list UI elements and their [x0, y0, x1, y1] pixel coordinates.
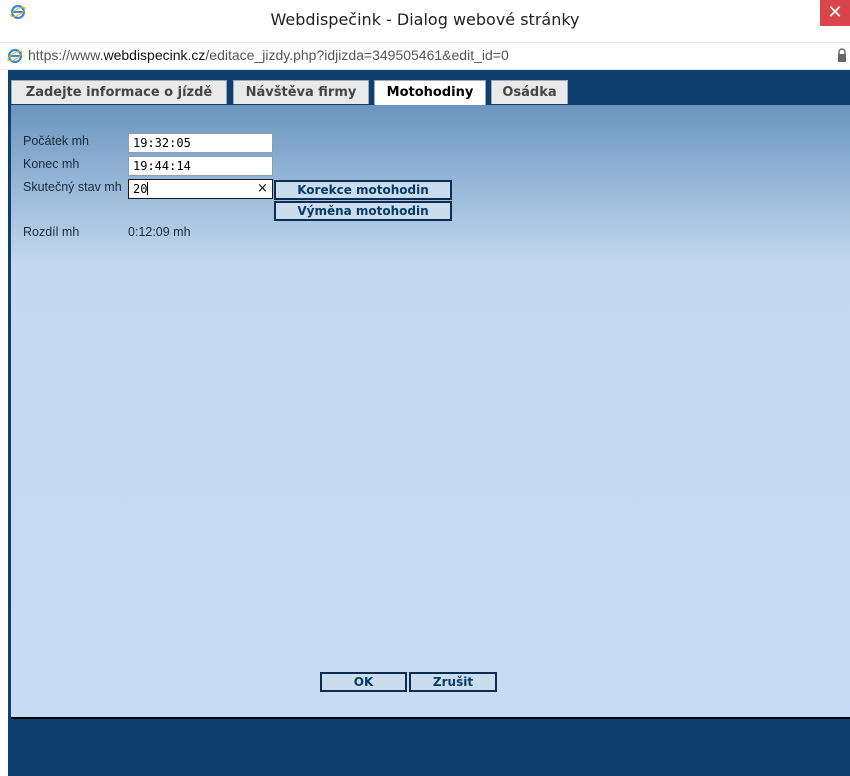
- lock-icon: [838, 48, 846, 62]
- diff-label: Rozdíl mh: [23, 225, 80, 239]
- ok-button[interactable]: OK: [320, 672, 407, 692]
- tab-engine-hours[interactable]: Motohodiny: [374, 80, 486, 106]
- end-hours-input[interactable]: 19:44:14: [128, 156, 273, 176]
- close-button[interactable]: ✕: [820, 0, 850, 26]
- end-label: Konec mh: [23, 157, 80, 171]
- replace-hours-button[interactable]: Výměna motohodin: [274, 201, 452, 221]
- dialog-frame: Zadejte informace o jízdě Návštěva firmy…: [8, 70, 850, 776]
- url-domain: webdispecink.cz: [103, 47, 206, 63]
- address-bar[interactable]: https://www.webdispecink.cz/editace_jizd…: [0, 42, 850, 70]
- clear-input-icon[interactable]: ×: [257, 181, 268, 196]
- tab-crew[interactable]: Osádka: [491, 80, 568, 104]
- actual-hours-value: 20: [133, 182, 148, 196]
- cancel-button[interactable]: Zrušit: [409, 672, 497, 692]
- correction-button[interactable]: Korekce motohodin: [274, 180, 452, 200]
- diff-value: 0:12:09 mh: [128, 225, 191, 239]
- title-bar: Webdispečink - Dialog webové stránky ✕: [0, 0, 850, 38]
- text-cursor: [147, 182, 149, 195]
- actual-hours-input[interactable]: 20: [128, 179, 273, 199]
- url-path: /editace_jizdy.php?idjizda=349505461&edi…: [205, 47, 509, 63]
- start-label: Počátek mh: [23, 134, 90, 148]
- start-hours-input[interactable]: 19:32:05: [128, 133, 273, 153]
- url-prefix: https://www.: [28, 47, 104, 63]
- window-title: Webdispečink - Dialog webové stránky: [270, 10, 580, 29]
- actual-label: Skutečný stav mh: [23, 180, 122, 194]
- url-text: https://www.webdispecink.cz/editace_jizd…: [28, 47, 509, 63]
- tab-company-visit[interactable]: Návštěva firmy: [233, 80, 369, 104]
- tab-trip-info[interactable]: Zadejte informace o jízdě: [11, 80, 227, 104]
- ie-icon: [7, 48, 23, 64]
- engine-hours-panel: Počátek mh 19:32:05 Konec mh 19:44:14 Sk…: [11, 105, 850, 719]
